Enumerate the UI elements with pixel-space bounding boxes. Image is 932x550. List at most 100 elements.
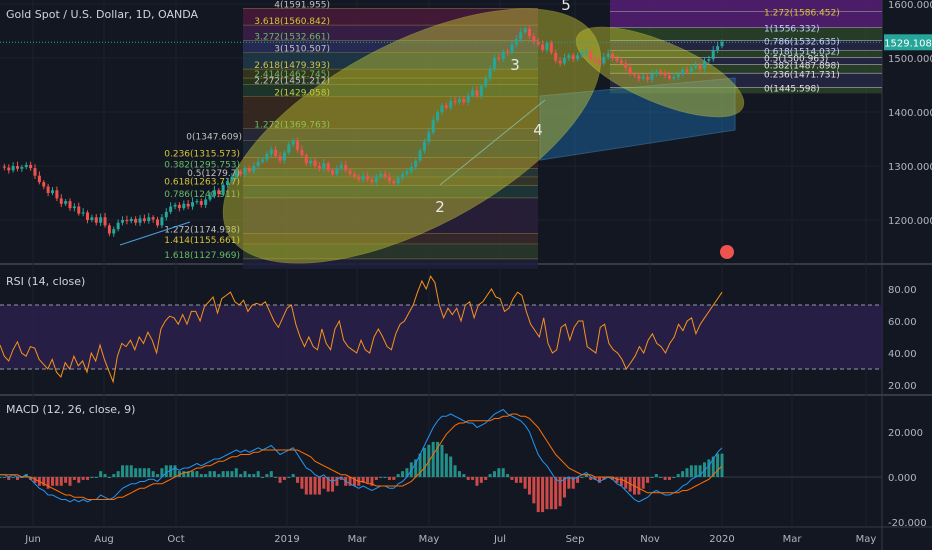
candle-body (457, 99, 461, 103)
candle-body (291, 141, 295, 145)
macd-histogram-bar (217, 474, 221, 477)
candle-body (77, 206, 81, 214)
macd-histogram-bar (519, 477, 523, 483)
macd-histogram-bar (492, 471, 496, 477)
rsi-tick-label: 60.00 (888, 317, 917, 328)
macd-histogram-bar (396, 474, 400, 477)
macd-tick-label: 0.000 (888, 473, 917, 484)
macd-histogram-bar (247, 474, 251, 477)
x-tick-label: May (856, 534, 877, 545)
macd-histogram-bar (619, 477, 623, 486)
fib-level-label: 0.236(1315.573) (164, 150, 240, 160)
candle-body (523, 28, 527, 33)
candle-body (567, 55, 571, 58)
candle-body (602, 56, 606, 64)
candle-body (72, 206, 76, 209)
candle-body (580, 52, 584, 56)
candle-body (659, 71, 663, 74)
candle-body (462, 99, 466, 103)
macd-histogram-bar (637, 477, 641, 495)
candle-body (676, 74, 680, 77)
candle-body (667, 75, 671, 79)
macd-histogram-bar (239, 474, 243, 477)
candle-body (698, 65, 702, 69)
candle-body (519, 32, 523, 40)
macd-histogram-bar (274, 477, 278, 478)
candle-body (24, 164, 28, 168)
candle-body (147, 217, 151, 222)
candle-body (296, 141, 300, 150)
x-tick-label: Mar (783, 534, 803, 545)
macd-histogram-bar (291, 474, 295, 477)
candle-body (169, 206, 173, 212)
candle-body (317, 166, 321, 169)
macd-title: MACD (12, 26, close, 9) (6, 403, 136, 416)
y-tick-label: 1500.000 (888, 54, 932, 65)
macd-histogram-bar (147, 468, 151, 477)
macd-histogram-bar (689, 465, 693, 477)
macd-histogram-bar (532, 477, 536, 504)
rsi-tick-label: 80.00 (888, 285, 917, 296)
macd-histogram-bar (641, 477, 645, 489)
candle-body (558, 60, 562, 64)
candle-body (42, 182, 46, 187)
macd-histogram-bar (208, 471, 212, 477)
candle-body (309, 160, 313, 164)
macd-histogram-bar (457, 471, 461, 477)
x-tick-label: Jul (493, 534, 506, 545)
macd-histogram-bar (261, 477, 265, 478)
candle-body (672, 76, 676, 79)
candle-body (597, 60, 601, 64)
chart-title: Gold Spot / U.S. Dollar, 1D, OANDA (6, 8, 199, 21)
candle-body (300, 149, 304, 156)
candle-body (484, 78, 488, 87)
candle-body (379, 174, 383, 177)
candle-body (55, 190, 59, 199)
candle-body (444, 105, 448, 108)
macd-histogram-bar (142, 468, 146, 477)
macd-histogram-bar (304, 477, 308, 495)
candle-body (685, 69, 689, 72)
macd-histogram-bar (81, 477, 85, 480)
candle-body (632, 74, 636, 76)
candle-body (694, 65, 698, 68)
macd-histogram-bar (554, 477, 558, 510)
macd-histogram-bar (121, 465, 125, 477)
macd-histogram-bar (90, 477, 94, 478)
candle-body (392, 181, 396, 184)
price-badge-label: 1529.108 (884, 38, 932, 49)
candle-body (142, 218, 146, 222)
candle-body (471, 90, 475, 96)
macd-histogram-bar (204, 474, 208, 477)
candle-body (94, 217, 98, 223)
macd-histogram-bar (0, 477, 2, 478)
macd-histogram-bar (497, 468, 501, 477)
macd-histogram-bar (681, 471, 685, 477)
candle-body (134, 218, 138, 223)
macd-histogram-bar (422, 447, 426, 477)
macd-histogram-bar (11, 477, 15, 478)
elliott-wave-label: 5 (561, 0, 571, 14)
candle-body (269, 149, 273, 155)
tradingview-chart[interactable]: 4(1591.955) 3.618(1560.842) 3.272(1532.661… (0, 0, 932, 550)
candle-body (37, 175, 41, 183)
candle-body (510, 44, 514, 53)
macd-histogram-bar (313, 477, 317, 495)
macd-histogram-bar (379, 477, 383, 478)
fib-right-label: 1.272(1586.452) (764, 8, 840, 18)
macd-histogram-bar (103, 474, 107, 477)
candle-body (589, 51, 593, 60)
fib-level-label: 2.272(1451.212) (254, 76, 330, 86)
macd-tick-label: 20.000 (888, 428, 923, 439)
candle-body (59, 198, 63, 204)
macd-histogram-bar (654, 474, 658, 477)
macd-histogram-bar (296, 477, 300, 483)
candle-body (287, 144, 291, 153)
candle-body (449, 101, 453, 108)
candle-body (261, 159, 265, 162)
macd-histogram-bar (265, 474, 269, 477)
candle-body (151, 217, 155, 220)
macd-histogram-bar (466, 477, 470, 480)
candle-body (182, 203, 186, 209)
y-tick-label: 1600.000 (888, 0, 932, 11)
